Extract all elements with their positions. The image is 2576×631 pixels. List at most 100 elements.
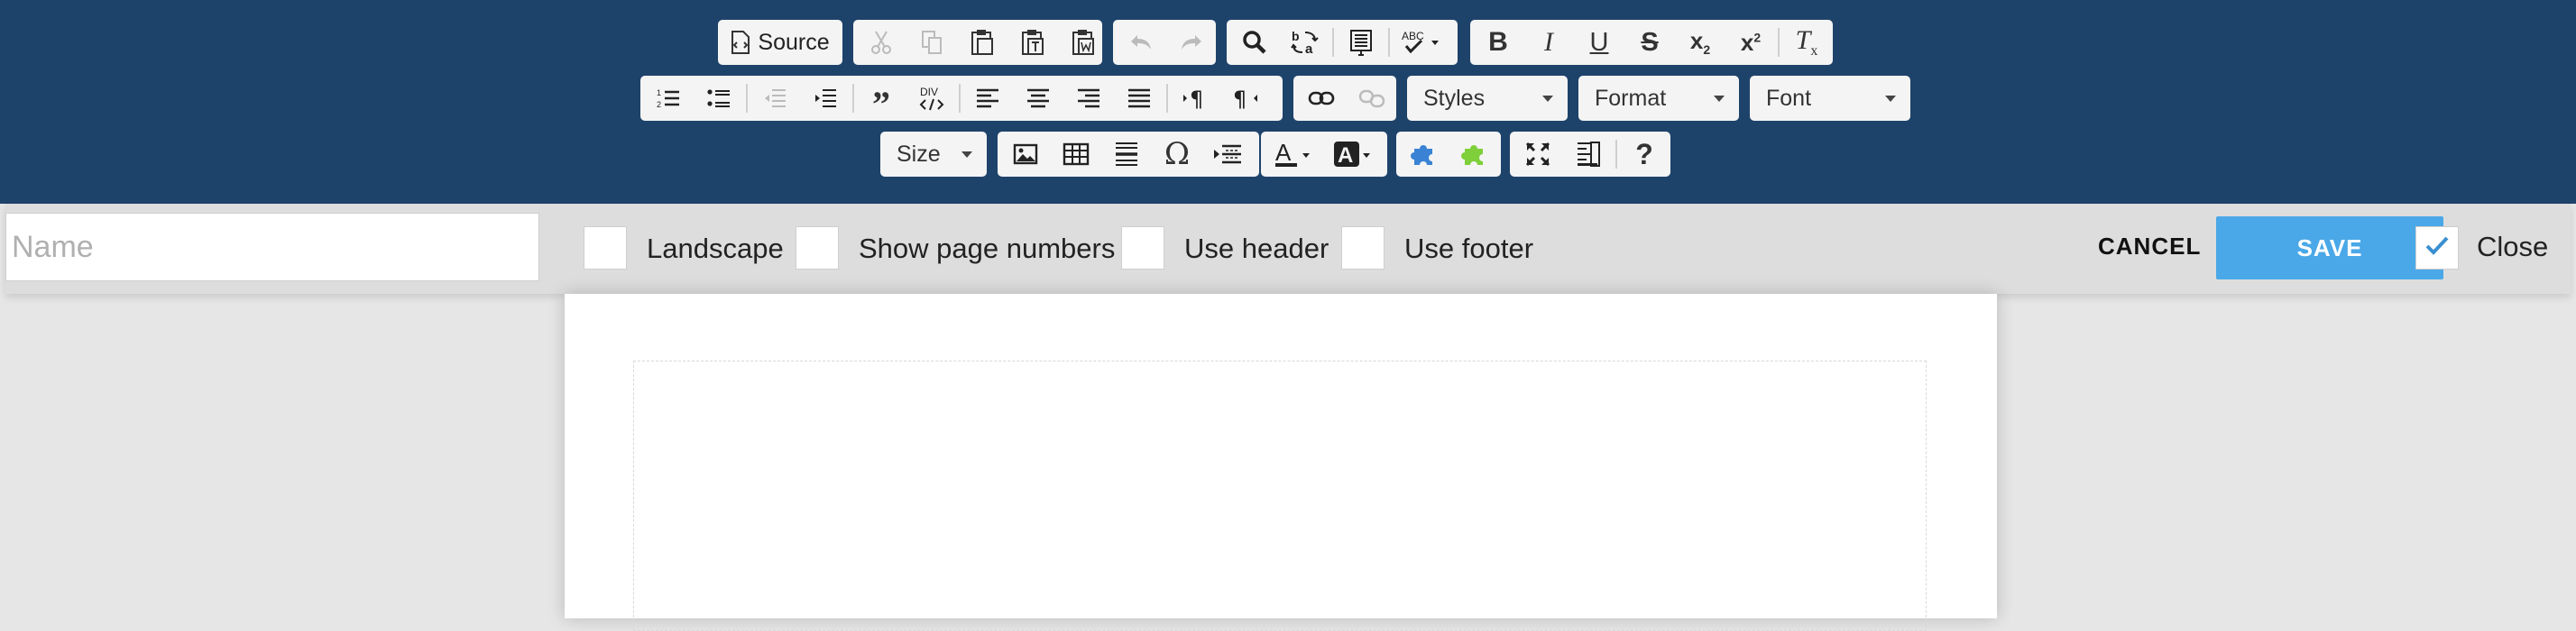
name-input[interactable]	[5, 213, 539, 281]
save-button[interactable]: SAVE	[2216, 216, 2443, 279]
find-icon	[1242, 30, 1267, 55]
replace-button[interactable]: ba	[1280, 22, 1330, 63]
paste-word-button[interactable]	[1058, 22, 1109, 63]
redo-icon	[1179, 33, 1204, 51]
plugins-group	[1396, 132, 1501, 177]
svg-text:¶: ¶	[1190, 87, 1203, 110]
maximize-icon	[1525, 142, 1550, 167]
page-break-button[interactable]	[1202, 133, 1253, 175]
svg-text:1: 1	[657, 88, 661, 97]
indent-icon	[814, 87, 837, 109]
underline-icon: U	[1589, 27, 1609, 57]
paste-icon	[971, 29, 994, 56]
undo-icon	[1128, 33, 1154, 51]
rtl-icon: ¶	[1233, 87, 1258, 110]
horizontal-rule-button[interactable]	[1101, 133, 1152, 175]
replace-icon: ba	[1291, 29, 1320, 56]
italic-button[interactable]: I	[1523, 22, 1574, 63]
chevron-down-icon	[1885, 96, 1896, 102]
redo-button[interactable]	[1166, 22, 1217, 63]
close-checkbox[interactable]	[2415, 226, 2459, 270]
editor-toolbar: Source ba ABC B I U S x2 x2 Tx 1 2 ” DIV…	[0, 0, 2576, 204]
select-all-button[interactable]	[1336, 22, 1386, 63]
bold-button[interactable]: B	[1473, 22, 1523, 63]
text-color-icon: A	[1274, 141, 1313, 168]
show-blocks-icon	[1576, 141, 1601, 168]
image-button[interactable]	[1000, 133, 1051, 175]
plugin-blue-button[interactable]	[1399, 133, 1449, 175]
format-dropdown[interactable]: Format	[1578, 76, 1739, 121]
svg-text:¶: ¶	[1233, 87, 1247, 110]
cancel-button[interactable]: CANCEL	[2098, 233, 2201, 261]
svg-text:a: a	[1305, 41, 1313, 56]
strikethrough-button[interactable]: S	[1624, 22, 1675, 63]
font-dropdown[interactable]: Font	[1750, 76, 1910, 121]
remove-format-icon: Tx	[1795, 25, 1818, 59]
page-numbers-checkbox[interactable]	[796, 226, 839, 270]
chevron-down-icon	[1714, 96, 1725, 102]
svg-text:DIV: DIV	[920, 86, 938, 98]
editable-content-area[interactable]	[633, 361, 1927, 631]
align-left-button[interactable]	[962, 78, 1013, 119]
strikethrough-icon: S	[1641, 27, 1659, 57]
landscape-checkbox[interactable]	[584, 226, 627, 270]
ltr-button[interactable]: ¶	[1170, 78, 1220, 119]
spellcheck-button[interactable]: ABC	[1392, 22, 1451, 63]
text-color-button[interactable]: A	[1264, 133, 1323, 175]
help-button[interactable]: ?	[1619, 133, 1670, 175]
special-char-button[interactable]: Ω	[1152, 133, 1202, 175]
blockquote-button[interactable]: ”	[856, 78, 906, 123]
paste-word-icon	[1072, 29, 1095, 56]
background-color-button[interactable]: A	[1323, 133, 1383, 175]
use-footer-checkbox[interactable]	[1341, 226, 1385, 270]
maximize-button[interactable]	[1513, 133, 1563, 175]
plugin-green-icon	[1461, 142, 1488, 167]
bulleted-list-icon	[707, 87, 731, 109]
subscript-button[interactable]: x2	[1675, 22, 1725, 63]
page-break-icon	[1213, 143, 1242, 165]
copy-button[interactable]	[906, 22, 957, 63]
align-right-button[interactable]	[1063, 78, 1114, 119]
size-dropdown[interactable]: Size	[880, 132, 987, 177]
cut-icon	[869, 30, 893, 55]
align-center-button[interactable]	[1013, 78, 1063, 119]
svg-text:b: b	[1292, 29, 1300, 43]
table-button[interactable]	[1051, 133, 1101, 175]
source-button[interactable]: Source	[721, 22, 840, 63]
background-color-icon: A	[1333, 141, 1373, 168]
div-button[interactable]: DIV	[906, 78, 957, 119]
underline-button[interactable]: U	[1574, 22, 1624, 63]
rtl-button[interactable]: ¶	[1220, 78, 1271, 119]
bulleted-list-button[interactable]	[694, 78, 744, 119]
spellcheck-icon: ABC	[1401, 29, 1442, 56]
cut-button[interactable]	[856, 22, 906, 63]
superscript-icon: x2	[1740, 28, 1762, 56]
remove-format-button[interactable]: Tx	[1781, 22, 1832, 63]
horizontal-rule-icon	[1115, 142, 1138, 167]
use-header-checkbox[interactable]	[1121, 226, 1164, 270]
show-blocks-button[interactable]	[1563, 133, 1614, 175]
size-label: Size	[897, 141, 941, 167]
italic-icon: I	[1544, 27, 1553, 57]
landscape-label: Landscape	[647, 233, 784, 264]
paste-button[interactable]	[957, 22, 1007, 63]
paste-text-button[interactable]	[1007, 22, 1058, 63]
link-button[interactable]	[1296, 78, 1347, 119]
close-label: Close	[2477, 231, 2549, 262]
insert-group: Ω	[998, 132, 1259, 177]
use-header-label: Use header	[1184, 233, 1329, 264]
undo-button[interactable]	[1116, 22, 1166, 63]
superscript-button[interactable]: x2	[1725, 22, 1776, 63]
tools-group: ?	[1510, 132, 1670, 177]
page-numbers-label: Show page numbers	[859, 233, 1116, 264]
numbered-list-button[interactable]: 12	[643, 78, 694, 119]
unlink-button[interactable]	[1347, 78, 1397, 119]
styles-dropdown[interactable]: Styles	[1407, 76, 1568, 121]
copy-icon	[921, 30, 943, 55]
indent-button[interactable]	[800, 78, 851, 119]
plugin-green-button[interactable]	[1449, 133, 1500, 175]
unlink-icon	[1358, 88, 1385, 108]
outdent-button[interactable]	[750, 78, 800, 119]
justify-button[interactable]	[1114, 78, 1164, 119]
find-button[interactable]	[1229, 22, 1280, 63]
